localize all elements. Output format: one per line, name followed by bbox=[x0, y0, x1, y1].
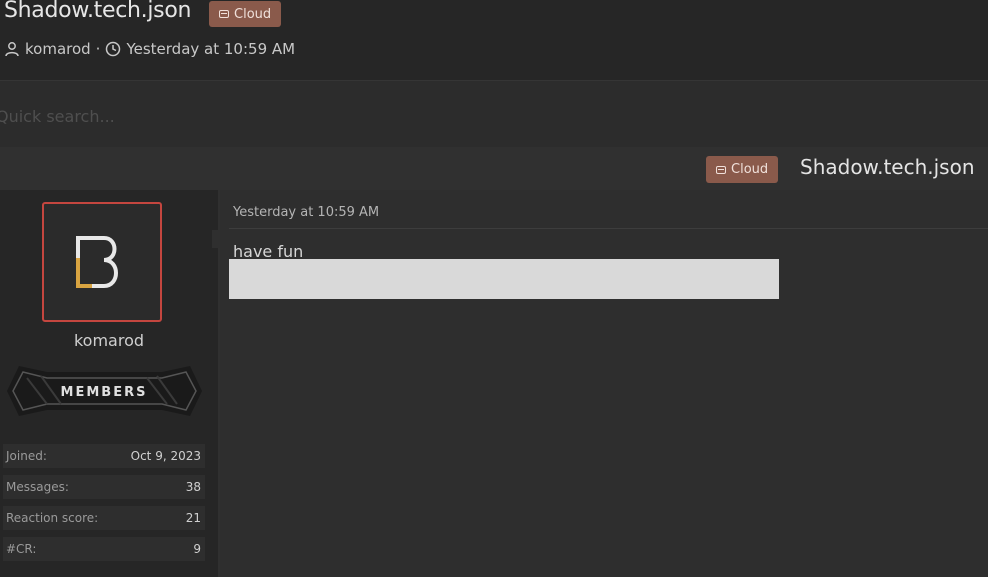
stat-label: Reaction score: bbox=[6, 511, 99, 525]
thread-tag-label: Cloud bbox=[234, 6, 272, 22]
thread-meta: komarod · Yesterday at 10:59 AM bbox=[4, 40, 295, 58]
stat-label: Messages: bbox=[6, 480, 69, 494]
post-title: Shadow.tech.json bbox=[800, 155, 975, 179]
redacted-block bbox=[229, 259, 779, 299]
sidebar-arrow bbox=[212, 230, 220, 248]
clock-icon bbox=[106, 41, 121, 57]
stat-row-messages: Messages: 38 bbox=[3, 475, 205, 499]
stat-label: Joined: bbox=[6, 449, 47, 463]
thread-tag[interactable]: Cloud bbox=[209, 1, 282, 27]
tag-icon bbox=[219, 10, 229, 18]
logo-icon bbox=[76, 236, 118, 288]
thread-author[interactable]: komarod bbox=[25, 40, 91, 58]
post-tag[interactable]: Cloud bbox=[706, 156, 779, 183]
stat-value: 9 bbox=[193, 542, 201, 556]
tag-icon bbox=[716, 165, 726, 174]
thread-timestamp[interactable]: Yesterday at 10:59 AM bbox=[126, 40, 295, 58]
post-divider bbox=[229, 228, 988, 229]
post-body bbox=[220, 190, 988, 577]
stat-value: 21 bbox=[185, 511, 201, 525]
meta-separator: · bbox=[95, 40, 101, 58]
members-banner: MEMBERS bbox=[7, 366, 202, 416]
avatar[interactable] bbox=[42, 202, 162, 322]
stat-value: Oct 9, 2023 bbox=[130, 449, 201, 463]
thread-title: Shadow.tech.json bbox=[4, 0, 192, 23]
post-date[interactable]: Yesterday at 10:59 AM bbox=[233, 205, 379, 220]
stat-row-reaction-score: Reaction score: 21 bbox=[3, 506, 205, 530]
user-icon bbox=[5, 42, 19, 57]
search-input[interactable] bbox=[0, 103, 598, 129]
username[interactable]: komarod bbox=[0, 331, 218, 350]
thread-header: Shadow.tech.json Cloud komarod · Yesterd… bbox=[0, 0, 988, 80]
search-bar bbox=[0, 81, 988, 147]
post-tag-label: Cloud bbox=[731, 162, 769, 177]
stat-value[interactable]: 38 bbox=[186, 480, 201, 494]
stat-label: #CR: bbox=[6, 542, 37, 556]
stat-row-joined: Joined: Oct 9, 2023 bbox=[3, 444, 205, 468]
banner-text: MEMBERS bbox=[61, 385, 148, 400]
stat-row-cr: #CR: 9 bbox=[3, 537, 205, 561]
